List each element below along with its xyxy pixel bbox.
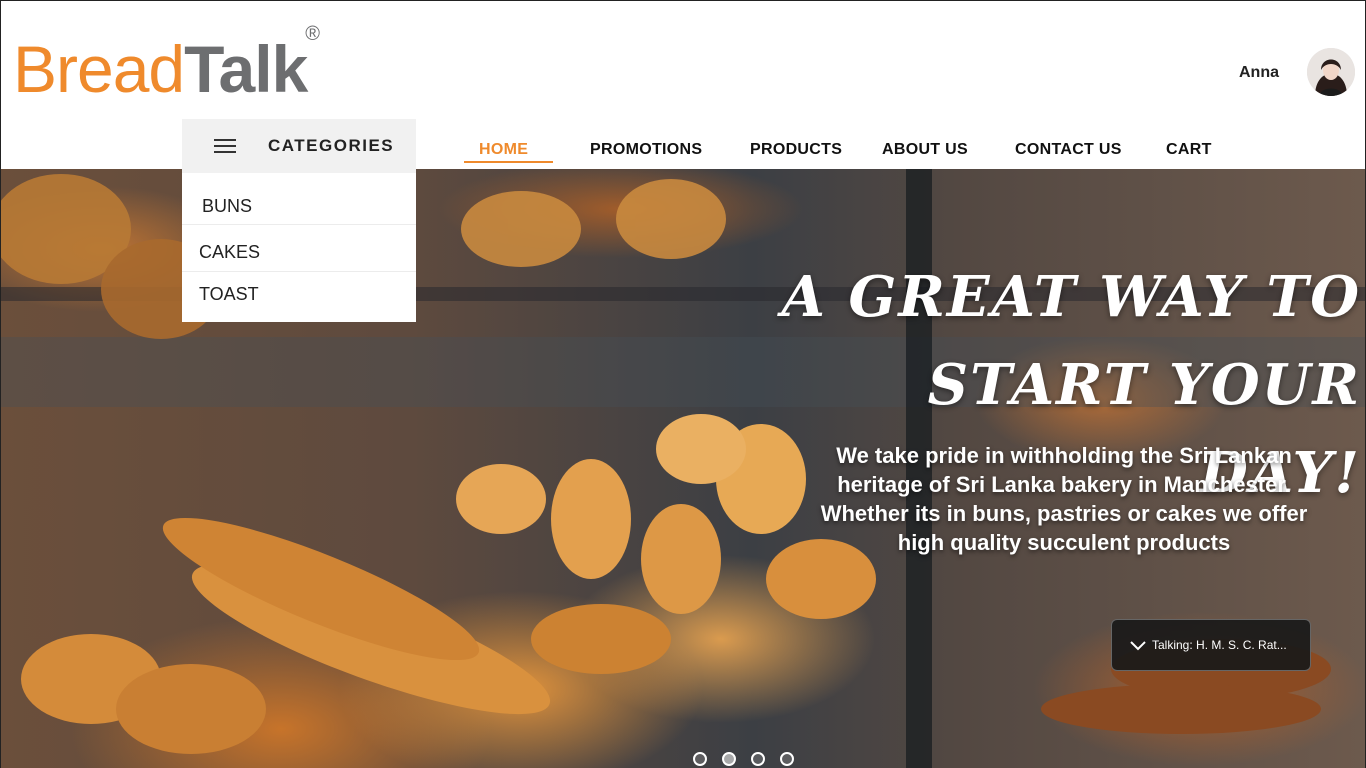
categories-title: CATEGORIES (268, 136, 395, 155)
nav-about-us[interactable]: ABOUT US (882, 139, 968, 161)
nav-contact-us[interactable]: CONTACT US (1015, 139, 1122, 161)
logo-text-talk: Talk (184, 32, 308, 106)
categories-list: BUNS CAKES TOAST (182, 173, 416, 322)
user-avatar-icon (1307, 48, 1355, 96)
nav-active-underline (464, 161, 553, 163)
categories-header[interactable]: CATEGORIES (182, 119, 416, 173)
logo-text-bread: Bread (13, 32, 185, 106)
hero-description: We take pride in withholding the Sri Lan… (820, 443, 1308, 555)
category-item-buns[interactable]: BUNS (182, 173, 416, 225)
hero-title-line1: A GREAT WAY TO (781, 264, 1361, 330)
hamburger-icon[interactable] (214, 138, 236, 154)
page-frame: Bread Talk ® Anna CATEGORIES BUNS CAKES (0, 0, 1366, 768)
slide-dot[interactable] (780, 752, 794, 766)
category-item-cakes[interactable]: CAKES (182, 225, 416, 272)
slider-dots (693, 752, 794, 766)
nav-home[interactable]: HOME (479, 139, 528, 161)
talking-text: Talking: H. M. S. C. Rat... (1152, 638, 1287, 652)
breadtalk-logo[interactable]: Bread Talk ® (13, 23, 320, 109)
avatar[interactable] (1307, 48, 1355, 96)
slide-dot[interactable] (693, 752, 707, 766)
nav-cart[interactable]: CART (1166, 139, 1212, 161)
categories-menu: CATEGORIES BUNS CAKES TOAST (182, 119, 416, 322)
user-name[interactable]: Anna (1239, 64, 1279, 82)
category-item-toast[interactable]: TOAST (182, 272, 416, 322)
registered-mark: ® (305, 23, 321, 45)
nav-products[interactable]: PRODUCTS (750, 139, 842, 161)
nav-promotions[interactable]: PROMOTIONS (590, 139, 702, 161)
talking-indicator[interactable]: Talking: H. M. S. C. Rat... (1111, 619, 1311, 671)
slide-dot[interactable] (751, 752, 765, 766)
chevron-down-icon[interactable] (1130, 639, 1146, 651)
slide-dot-active[interactable] (722, 752, 736, 766)
